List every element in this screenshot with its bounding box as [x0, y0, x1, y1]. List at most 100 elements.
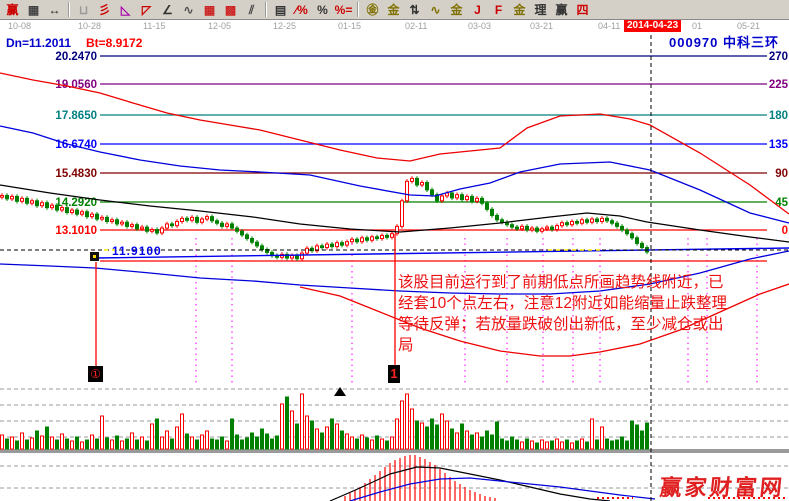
gold-angle-icon[interactable]: 金 [509, 1, 530, 18]
ruler-pen-icon[interactable]: ⇅ [404, 1, 425, 18]
volume-bar [41, 436, 44, 449]
volume-bar [386, 441, 389, 449]
macd-dea-line [350, 478, 655, 501]
candle [81, 212, 84, 214]
percent-slash-icon[interactable]: ⁄% [291, 1, 312, 18]
candle [206, 217, 209, 219]
candle [531, 228, 534, 230]
candle [186, 218, 189, 220]
si-angle-icon[interactable]: 四 [572, 1, 593, 18]
volume-bar [541, 440, 544, 449]
volume-bar [306, 416, 309, 449]
j-angle-icon[interactable]: J [467, 1, 488, 18]
volume-bar [391, 437, 394, 449]
candle [31, 201, 34, 203]
volume-bar [326, 427, 329, 449]
gold-lines-icon[interactable]: 金 [383, 1, 404, 18]
signal-marker-1[interactable]: ① [88, 366, 103, 382]
volume-bar [581, 439, 584, 449]
price-axis-label: 15.4830 [55, 168, 97, 180]
candle [111, 220, 114, 222]
ying-logo-icon[interactable]: 赢 [2, 1, 23, 18]
gold-underline-icon[interactable]: 金 [446, 1, 467, 18]
candle [101, 217, 104, 219]
candle [176, 222, 179, 226]
price-axis-label: 17.8650 [55, 110, 97, 122]
candle [261, 246, 264, 250]
width-measure-icon[interactable]: ↔ [44, 1, 65, 18]
candle [341, 243, 344, 245]
parallel-lines-icon[interactable]: ⫽ [241, 1, 262, 18]
volume-bar [366, 438, 369, 449]
volume-bar [641, 431, 644, 449]
volume-bar [446, 421, 449, 449]
candle [1, 195, 4, 197]
analyst-annotation: 该股目前运行到了前期低点所画趋势线附近，已 经套10个点左右，注意12附近如能缩… [398, 272, 758, 356]
volume-bar [226, 441, 229, 449]
candle [466, 196, 469, 199]
angle-lines-icon[interactable]: ∠ [157, 1, 178, 18]
box-measure-icon[interactable]: ⊔ [73, 1, 94, 18]
volume-bar [261, 429, 264, 449]
candle [346, 242, 349, 245]
grid-box-icon[interactable]: ▩ [220, 1, 241, 18]
stock-app-window: 赢▦↔⊔彡◺◸∠∿▦▩⫽▤⁄%%%=㊎金⇅∿金JF金理赢四 10-0810-28… [0, 0, 789, 501]
volume-bar [371, 440, 374, 449]
candle [21, 198, 24, 201]
volume-bar [316, 429, 319, 449]
volume-bar [616, 440, 619, 449]
toolbar-separator [68, 2, 70, 17]
volume-bar [531, 441, 534, 449]
candle [481, 198, 484, 203]
volume-bar [426, 427, 429, 449]
zigzag-icon[interactable]: ∿ [178, 1, 199, 18]
volume-bar [216, 440, 219, 449]
site-watermark: 赢家财富网 [658, 470, 786, 501]
signal-marker-2[interactable]: 1 [388, 365, 400, 383]
scale-ruler-icon[interactable]: ▤ [270, 1, 291, 18]
f-angle-icon[interactable]: F [488, 1, 509, 18]
volume-bar [91, 435, 94, 449]
chart-area: 20.247027019.056022517.865018016.6740135… [0, 32, 789, 501]
ying-angle-icon[interactable]: 赢 [551, 1, 572, 18]
volume-bar [506, 441, 509, 449]
wave-tool-icon[interactable]: ∿ [425, 1, 446, 18]
candle [91, 214, 94, 216]
candle [626, 230, 629, 234]
gann-fan-icon[interactable]: 彡 [94, 1, 115, 18]
volume-bar [516, 440, 519, 449]
date-tick-label: 02-11 [405, 21, 427, 31]
volume-bar [471, 435, 474, 449]
candle [576, 222, 579, 224]
volume-bar [416, 421, 419, 449]
ruler-123-icon[interactable]: ▦ [23, 1, 44, 18]
gold-circle-icon[interactable]: ㊎ [362, 1, 383, 18]
volume-bar [491, 435, 494, 449]
trendline-anchor-marker[interactable] [90, 252, 99, 261]
fan-box-icon[interactable]: ◺ [115, 1, 136, 18]
percent-icon[interactable]: % [312, 1, 333, 18]
volume-bar [361, 435, 364, 449]
percent-eq-icon[interactable]: %= [333, 1, 354, 18]
li-angle-icon[interactable]: 理 [530, 1, 551, 18]
trendline-price-label: 11.9100 [112, 244, 162, 258]
candle [631, 234, 634, 238]
fan-grid-icon[interactable]: ◸ [136, 1, 157, 18]
grid-red-icon[interactable]: ▦ [199, 1, 220, 18]
candle [641, 243, 644, 247]
candle [521, 226, 524, 228]
volume-bar [521, 442, 524, 449]
date-tick-label: 04-11 [598, 21, 620, 31]
candle [456, 195, 459, 198]
volume-bar [76, 437, 79, 449]
volume-bar [106, 438, 109, 449]
candle [596, 219, 599, 221]
candle [151, 230, 154, 232]
volume-bar [51, 437, 54, 449]
volume-bar [141, 437, 144, 449]
percent-axis-label: 45 [775, 197, 788, 209]
percent-axis-label: 135 [769, 139, 789, 151]
candle [556, 226, 559, 230]
volume-bar [101, 416, 104, 449]
candle [131, 225, 134, 227]
